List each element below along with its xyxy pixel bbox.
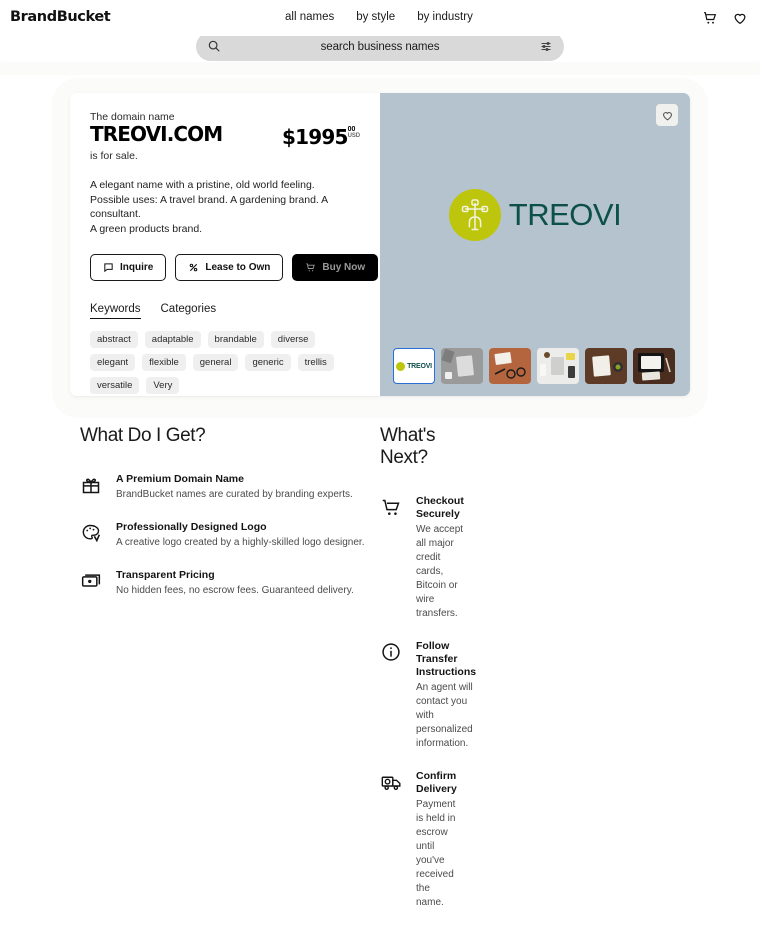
cart-icon	[306, 263, 316, 272]
feature-title: Confirm Delivery	[416, 770, 457, 795]
keyword-chip[interactable]: flexible	[142, 354, 186, 371]
cart-icon	[380, 496, 402, 518]
price-superscript: 00 USD	[348, 126, 360, 139]
domain-description: A elegant name with a pristine, old worl…	[90, 178, 360, 236]
description-line-2: Possible uses: A travel brand. A gardeni…	[90, 193, 328, 221]
search-icon	[208, 40, 220, 52]
logo-artwork: TREOVI	[380, 189, 690, 241]
thumbnail-mockup-tablet-wood[interactable]	[633, 348, 675, 384]
buy-now-button-label: Buy Now	[322, 262, 366, 273]
mockup-image	[441, 348, 483, 384]
main-nav: all names by style by industry	[285, 11, 473, 23]
keyword-chip[interactable]: general	[192, 354, 239, 371]
buy-now-button[interactable]: Buy Now	[292, 254, 379, 281]
thumbnail-logo[interactable]: TREOVI	[393, 348, 435, 384]
thumbnail-mockup-flatlay-white[interactable]	[537, 348, 579, 384]
feature-desc: Payment is held in escrow until you've r…	[416, 799, 456, 908]
domain-listing-card: The domain name TREOVI.COM $1995 00 USD …	[70, 93, 690, 396]
price-currency: USD	[347, 133, 360, 139]
nav-item-by-style[interactable]: by style	[356, 11, 395, 23]
filter-sliders-icon[interactable]	[540, 40, 552, 52]
description-line-1: A elegant name with a pristine, old worl…	[90, 179, 315, 191]
logo-preview-panel: TREOVI TREOVI	[380, 93, 690, 396]
search-bar[interactable]: search business names	[196, 32, 564, 61]
logo-mark-icon	[396, 361, 406, 371]
thumbnail-mockup-card-wood[interactable]	[585, 348, 627, 384]
domain-post-label: is for sale.	[90, 150, 138, 162]
action-button-row: Inquire Lease to Own Buy Now	[90, 254, 379, 281]
heart-icon[interactable]	[732, 10, 748, 26]
feature-title: Follow Transfer Instructions	[416, 640, 477, 678]
feature-title: Checkout Securely	[416, 495, 464, 520]
domain-and-price-row: TREOVI.COM $1995 00 USD	[90, 122, 360, 150]
mockup-image	[489, 348, 531, 384]
listing-details-panel: The domain name TREOVI.COM $1995 00 USD …	[70, 93, 380, 396]
keyword-chip[interactable]: trellis	[297, 354, 334, 371]
thumbnail-logo-label: TREOVI	[407, 362, 432, 370]
logo-mark-icon	[448, 189, 501, 241]
percent-icon	[190, 263, 198, 272]
cart-icon[interactable]	[702, 10, 718, 26]
price-block: $1995 00 USD	[282, 125, 360, 149]
keyword-chip[interactable]: elegant	[90, 354, 136, 371]
keyword-chip[interactable]: Very	[146, 377, 180, 394]
description-line-3: A green products brand.	[90, 222, 203, 235]
keyword-chip[interactable]: abstract	[90, 331, 138, 348]
mockup-image	[585, 348, 627, 384]
keyword-chip[interactable]: brandable	[207, 331, 264, 348]
site-header: BrandBucket all names by style by indust…	[0, 0, 760, 36]
thumbnail-mockup-card-glasses[interactable]	[489, 348, 531, 384]
keyword-chip-list: abstract adaptable brandable diverse ele…	[90, 331, 360, 394]
search-bar-container: search business names	[196, 32, 564, 61]
price-amount: $1995	[282, 125, 348, 149]
nav-item-by-industry[interactable]: by industry	[417, 11, 473, 23]
favorite-button[interactable]	[656, 104, 678, 126]
page-title: TREOVI.COM	[90, 122, 223, 146]
keyword-chip[interactable]: versatile	[90, 377, 140, 394]
delivery-truck-icon	[380, 771, 402, 793]
inquire-button-label: Inquire	[120, 262, 154, 273]
keyword-chip[interactable]: adaptable	[144, 331, 201, 348]
tab-categories[interactable]: Categories	[161, 303, 217, 319]
search-input[interactable]: search business names	[196, 41, 564, 53]
keyword-chip[interactable]: diverse	[270, 331, 316, 348]
price-cents: 00	[347, 126, 356, 133]
info-circle-icon	[380, 641, 402, 663]
keyword-chip[interactable]: generic	[245, 354, 291, 371]
thumbnail-strip: TREOVI	[393, 348, 675, 384]
info-sections: What Do I Get? A Premium Domain Name Bra…	[0, 425, 760, 929]
heart-outline-icon	[662, 111, 672, 120]
header-icon-group	[702, 10, 748, 26]
lease-to-own-button[interactable]: Lease to Own	[175, 254, 284, 281]
feature-desc: An agent will contact you with personali…	[416, 682, 473, 749]
thumbnail-mockup-desk-gray[interactable]	[441, 348, 483, 384]
lease-to-own-button-label: Lease to Own	[205, 262, 271, 273]
mockup-image	[633, 348, 675, 384]
chat-bubble-icon	[104, 263, 113, 273]
keyword-category-tabs: Keywords Categories	[90, 303, 360, 319]
logo-wordmark: TREOVI	[508, 197, 622, 232]
feature-desc: We accept all major credit cards, Bitcoi…	[416, 524, 464, 619]
section-whats-next: What's Next? Checkout Securely We accept…	[380, 425, 477, 908]
nav-item-all-names[interactable]: all names	[285, 11, 334, 23]
mockup-image	[537, 348, 579, 384]
brand-logo[interactable]: BrandBucket	[10, 9, 111, 25]
tab-keywords[interactable]: Keywords	[90, 303, 141, 319]
inquire-button[interactable]: Inquire	[90, 254, 167, 281]
